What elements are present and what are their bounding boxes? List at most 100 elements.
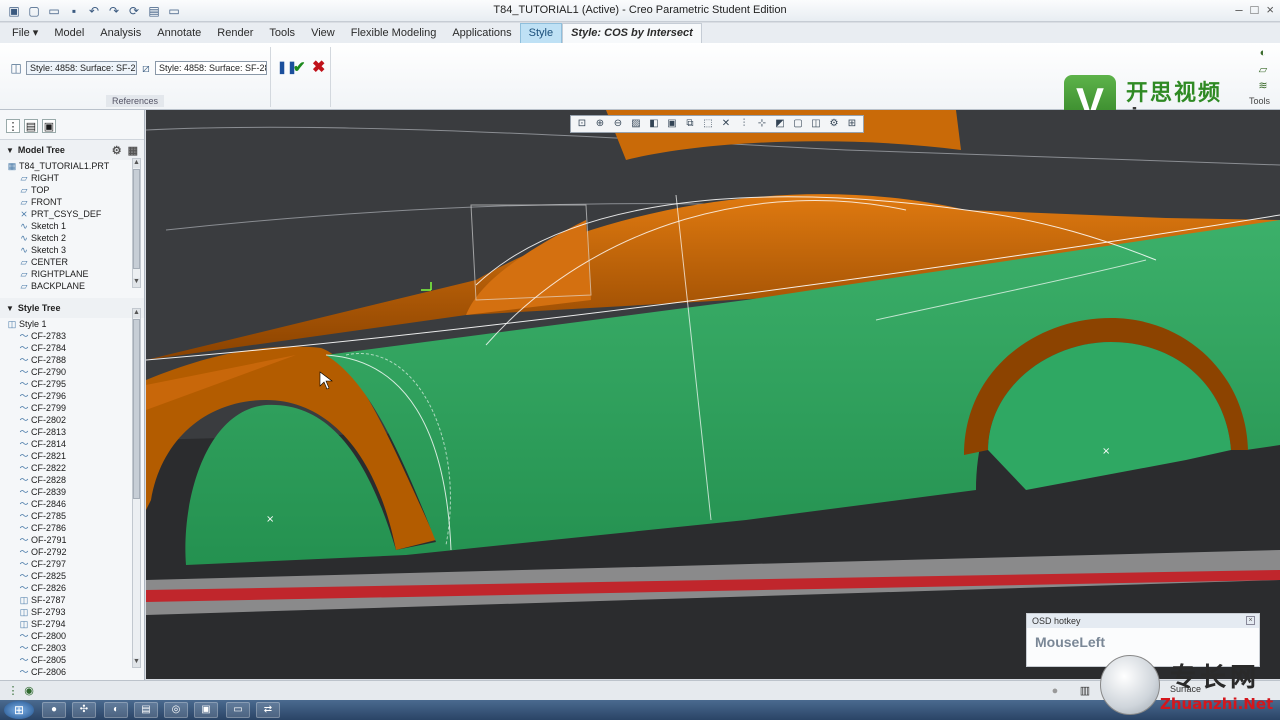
surface-select-icon[interactable]: ⧄	[139, 61, 153, 75]
tree-row[interactable]: 〜 CF-2795	[0, 378, 144, 390]
tree-row[interactable]: ▦ T84_TUTORIAL1.PRT	[0, 160, 144, 172]
tree-row[interactable]: 〜 CF-2803	[0, 642, 144, 654]
tab-style[interactable]: Style	[519, 23, 563, 43]
tree-row[interactable]: ▱ FRONT	[0, 196, 144, 208]
grid-icon[interactable]: ⊞	[843, 117, 861, 131]
scroll-thumb[interactable]	[133, 169, 140, 269]
browser-toggle-icon[interactable]: ◉	[22, 684, 36, 698]
close-icon[interactable]: ×	[1246, 616, 1255, 625]
selection-icon[interactable]: ▥	[1078, 684, 1092, 698]
folder-browser-icon[interactable]: ▤	[24, 119, 38, 133]
tab-tools[interactable]: Tools	[261, 24, 303, 43]
tree-row[interactable]: ▱ TOP	[0, 184, 144, 196]
tree-row[interactable]: 〜 CF-2799	[0, 402, 144, 414]
repaint-icon[interactable]: ▨	[627, 117, 645, 131]
second-surface-reference[interactable]: Style: 4858: Surface: SF-2812	[155, 61, 267, 75]
tree-row[interactable]: ⨯ PRT_CSYS_DEF	[0, 208, 144, 220]
taskbar-app-icon[interactable]: ◐	[104, 702, 128, 718]
scroll-down-icon[interactable]: ▼	[133, 278, 140, 287]
model-scene[interactable]: × ×	[146, 110, 1280, 679]
scroll-up-icon[interactable]: ▲	[133, 159, 140, 168]
collapse-icon[interactable]: ▼	[6, 304, 14, 313]
tree-row[interactable]: 〜 CF-2846	[0, 498, 144, 510]
tree-row[interactable]: ∿ Sketch 2	[0, 232, 144, 244]
tree-row[interactable]: 〜 CF-2802	[0, 414, 144, 426]
scroll-up-icon[interactable]: ▲	[133, 309, 140, 318]
tab-analysis[interactable]: Analysis	[92, 24, 149, 43]
zoom-out-icon[interactable]: ⊖	[609, 117, 627, 131]
tree-row[interactable]: 〜 CF-2825	[0, 570, 144, 582]
taskbar-app-icon[interactable]: ▣	[194, 702, 218, 718]
zoom-in-icon[interactable]: ⊕	[591, 117, 609, 131]
minimize-icon[interactable]: –	[1235, 2, 1242, 17]
tree-row[interactable]: 〜 CF-2800	[0, 630, 144, 642]
model-tree-scrollbar[interactable]: ▲ ▼	[132, 158, 141, 288]
tree-row[interactable]: 〜 CF-2790	[0, 366, 144, 378]
tree-row[interactable]: 〜 CF-2821	[0, 450, 144, 462]
taskbar-app-icon[interactable]: ●	[42, 702, 66, 718]
navigator-toggle-icon[interactable]: ⋮	[6, 684, 20, 698]
settings-icon[interactable]: ⚙	[112, 144, 122, 157]
tree-row[interactable]: ◫ SF-2793	[0, 606, 144, 618]
model-tree-header[interactable]: ▼ Model Tree ⚙ ▦	[0, 140, 144, 160]
tab-flexible-modeling[interactable]: Flexible Modeling	[343, 24, 445, 43]
tree-row[interactable]: 〜 CF-2797	[0, 558, 144, 570]
perspective-icon[interactable]: ⬚	[699, 117, 717, 131]
tree-row[interactable]: 〜 CF-2806	[0, 666, 144, 678]
close-icon[interactable]: ✖	[312, 57, 325, 77]
close-icon[interactable]: ×	[1266, 2, 1274, 17]
tool-icon[interactable]: ≋	[1246, 79, 1280, 95]
tree-row[interactable]: 〜 CF-2839	[0, 486, 144, 498]
references-tab[interactable]: References	[105, 95, 165, 107]
curvature-icon[interactable]: ◫	[807, 117, 825, 131]
taskbar-app-icon[interactable]: ▭	[226, 702, 250, 718]
tree-row[interactable]: ▱ RIGHTPLANE	[0, 268, 144, 280]
style-tree-scrollbar[interactable]: ▲ ▼	[132, 308, 141, 668]
settings-icon[interactable]: ⚙	[825, 117, 843, 131]
tree-row[interactable]: 〜 CF-2785	[0, 510, 144, 522]
view-manager-icon[interactable]: ⧉	[681, 117, 699, 131]
style-tree-header[interactable]: ▼ Style Tree	[0, 298, 144, 318]
tab-file[interactable]: File ▾	[4, 23, 46, 43]
tree-row[interactable]: 〜 CF-2786	[0, 522, 144, 534]
graphics-window[interactable]: × × ⊡ ⊕ ⊖ ▨ ◧ ▣ ⧉ ⬚ ✕ ⫶ ⊹ ◩ ▢ ◫ ⚙ ⊞ OSD …	[146, 110, 1280, 679]
annotation-display-icon[interactable]: ⫶	[735, 117, 753, 131]
favorites-icon[interactable]: ▣	[42, 119, 56, 133]
taskbar-app-icon[interactable]: ⇄	[256, 702, 280, 718]
tree-row[interactable]: 〜 CF-2826	[0, 582, 144, 594]
tab-view[interactable]: View	[303, 24, 343, 43]
tree-row[interactable]: 〜 CF-2784	[0, 342, 144, 354]
tree-row[interactable]: ◫ SF-2787	[0, 594, 144, 606]
tool-icon[interactable]: ◐	[1246, 47, 1280, 63]
tree-row[interactable]: 〜 OF-2791	[0, 534, 144, 546]
tree-row[interactable]: ∿ Sketch 1	[0, 220, 144, 232]
saved-views-icon[interactable]: ▣	[663, 117, 681, 131]
tree-row[interactable]: 〜 CF-2828	[0, 474, 144, 486]
start-button[interactable]: ⊞	[4, 701, 34, 719]
tab-model[interactable]: Model	[46, 24, 92, 43]
tree-row[interactable]: ▱ CENTER	[0, 256, 144, 268]
tree-row[interactable]: ◫ SF-2794	[0, 618, 144, 630]
refit-icon[interactable]: ⊡	[573, 117, 591, 131]
tab-render[interactable]: Render	[209, 24, 261, 43]
first-surface-reference[interactable]: Style: 4858: Surface: SF-2801	[26, 61, 137, 75]
tree-row[interactable]: ∿ Sketch 3	[0, 244, 144, 256]
tree-row[interactable]: ▱ BACKPLANE	[0, 280, 144, 290]
datum-display-icon[interactable]: ✕	[717, 117, 735, 131]
tree-row[interactable]: 〜 CF-2783	[0, 330, 144, 342]
maximize-icon[interactable]: □	[1251, 2, 1259, 17]
tree-row[interactable]: 〜 CF-2822	[0, 462, 144, 474]
tab-cos-by-intersect[interactable]: Style: COS by Intersect	[562, 23, 702, 43]
scroll-down-icon[interactable]: ▼	[133, 658, 140, 667]
tree-row[interactable]: 〜 CF-2805	[0, 654, 144, 666]
scroll-thumb[interactable]	[133, 319, 140, 499]
tree-row[interactable]: ▱ RIGHT	[0, 172, 144, 184]
model-tree-tab-icon[interactable]: ⋮	[6, 119, 20, 133]
taskbar-app-icon[interactable]: ▤	[134, 702, 158, 718]
tool-icon[interactable]: ▱	[1246, 63, 1280, 79]
surface-select-icon[interactable]: ◫	[9, 61, 23, 75]
taskbar-app-icon[interactable]: ◎	[164, 702, 188, 718]
checkmark-icon[interactable]: ✔	[293, 58, 306, 76]
section-icon[interactable]: ◩	[771, 117, 789, 131]
tab-applications[interactable]: Applications	[444, 24, 519, 43]
